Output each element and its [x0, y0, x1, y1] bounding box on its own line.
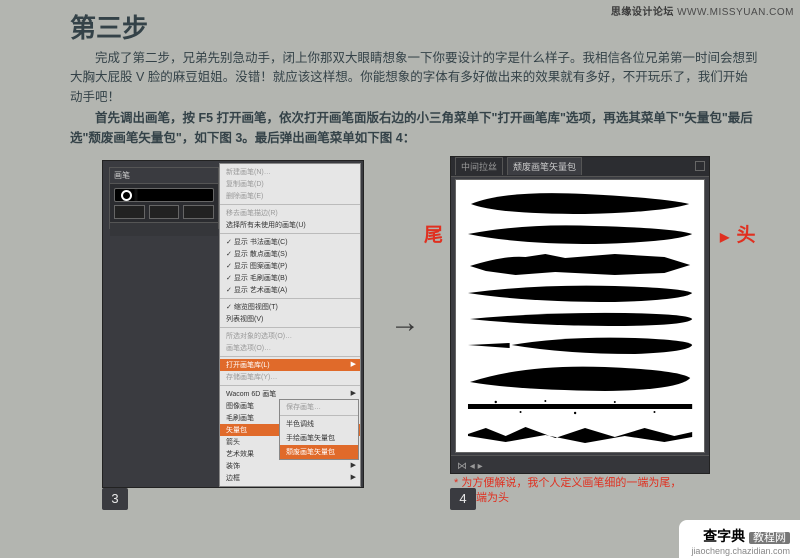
- watermark-bottom: 查字典 教程网 jiaocheng.chazidian.com: [679, 520, 800, 558]
- menu-item[interactable]: 选择所有未使用的画笔(U): [220, 219, 360, 231]
- brush-preview: [114, 188, 214, 202]
- menu-item[interactable]: 显示 艺术画笔(A): [220, 284, 360, 296]
- menu-item[interactable]: 存储画笔库(Y)…: [220, 371, 360, 383]
- tab-grunge-brush[interactable]: 颓废画笔矢量包: [507, 157, 582, 175]
- instruction-paragraph: 首先调出画笔，按 F5 打开画笔，依次打开画笔面版右边的小三角菜单下"打开画笔库…: [70, 109, 760, 148]
- brush-stroke[interactable]: [466, 252, 694, 276]
- menu-item[interactable]: 画笔选项(O)…: [220, 342, 360, 354]
- flyout-item[interactable]: 保存画笔…: [280, 400, 358, 414]
- chevron-right-icon: ▶: [351, 389, 356, 397]
- palette-footer: [110, 222, 218, 236]
- menu-item[interactable]: 边框▶: [220, 472, 360, 484]
- chevron-right-icon: ▶: [351, 473, 356, 481]
- brush-stroke[interactable]: [466, 282, 694, 304]
- brush-stroke[interactable]: [466, 310, 694, 328]
- menu-item[interactable]: 显示 散点画笔(S): [220, 248, 360, 260]
- chevron-right-icon: ▶: [351, 461, 356, 469]
- figure-badge-3: 3: [102, 488, 128, 510]
- brush-stroke[interactable]: [466, 186, 694, 216]
- figure-badge-4: 4: [450, 488, 476, 510]
- intro-paragraph: 完成了第二步，兄弟先别急动手，闭上你那双大眼睛想象一下你要设计的字是什么样子。我…: [70, 49, 760, 107]
- menu-item[interactable]: 复制画笔(D): [220, 178, 360, 190]
- panel-footer: ⋈ ◂ ▸: [451, 455, 709, 473]
- panel-menu-icon[interactable]: [695, 161, 705, 171]
- arrow-right-icon: →: [390, 306, 420, 340]
- brush-stroke[interactable]: [466, 398, 694, 416]
- brushes-palette: 画笔: [109, 167, 219, 229]
- footer-controls-icon[interactable]: ⋈ ◂ ▸: [451, 459, 489, 474]
- menu-item[interactable]: 删除画笔(E): [220, 190, 360, 202]
- figure-4-panel: 中间拉丝 颓废画笔矢量包 ⋈ ◂ ▸: [450, 156, 710, 474]
- figure-3-panel: 画笔 新建画笔(N)… 复制画笔(D) 删除画笔(E) 移去画笔描边(R) 选: [102, 160, 364, 488]
- brush-library-tabs: 中间拉丝 颓废画笔矢量包: [451, 157, 709, 177]
- palette-tab: 画笔: [110, 168, 218, 184]
- content-column: 第三步 完成了第二步，兄弟先别急动手，闭上你那双大眼睛想象一下你要设计的字是什么…: [0, 0, 800, 516]
- footnote: * 为方便解说，我个人定义画笔细的一端为尾， 另一端为头: [454, 476, 681, 507]
- head-label: ▶ 头: [720, 220, 756, 247]
- menu-item[interactable]: 所选对象的选项(O)…: [220, 330, 360, 342]
- brush-stroke[interactable]: [466, 362, 694, 392]
- palette-box: [149, 205, 180, 219]
- menu-item-open-library[interactable]: 打开画笔库(L)▶: [220, 359, 360, 371]
- menu-item[interactable]: 显示 书法画笔(C): [220, 236, 360, 248]
- menu-item[interactable]: 显示 图案画笔(P): [220, 260, 360, 272]
- menu-item[interactable]: 列表视图(V): [220, 313, 360, 325]
- menu-item[interactable]: 新建画笔(N)…: [220, 166, 360, 178]
- flyout-item[interactable]: 半色调线: [280, 417, 358, 431]
- flyout-item-grunge-brush[interactable]: 颓废画笔矢量包: [280, 445, 358, 459]
- figures-area: 画笔 新建画笔(N)… 复制画笔(D) 删除画笔(E) 移去画笔描边(R) 选: [70, 156, 760, 516]
- palette-row: [114, 205, 214, 219]
- vector-pack-flyout: 保存画笔… 半色调线 手绘画笔矢量包 颓废画笔矢量包: [279, 399, 359, 460]
- brush-stroke[interactable]: [466, 222, 694, 246]
- tab-mid-wire[interactable]: 中间拉丝: [455, 157, 503, 175]
- palette-box: [114, 205, 145, 219]
- chevron-right-icon: ▶: [351, 360, 356, 368]
- triangle-right-icon: ▶: [720, 230, 729, 244]
- brush-list: [455, 179, 705, 453]
- flyout-item[interactable]: 手绘画笔矢量包: [280, 431, 358, 445]
- menu-item[interactable]: 缩览图视图(T): [220, 301, 360, 313]
- brush-stroke[interactable]: [466, 334, 694, 356]
- menu-item[interactable]: 装饰▶: [220, 460, 360, 472]
- menu-item[interactable]: 移去画笔描边(R): [220, 207, 360, 219]
- watermark-top: 思缘设计论坛 WWW.MISSYUAN.COM: [611, 3, 794, 18]
- menu-item[interactable]: 显示 毛刷画笔(B): [220, 272, 360, 284]
- palette-box: [183, 205, 214, 219]
- brush-stroke[interactable]: [466, 422, 694, 446]
